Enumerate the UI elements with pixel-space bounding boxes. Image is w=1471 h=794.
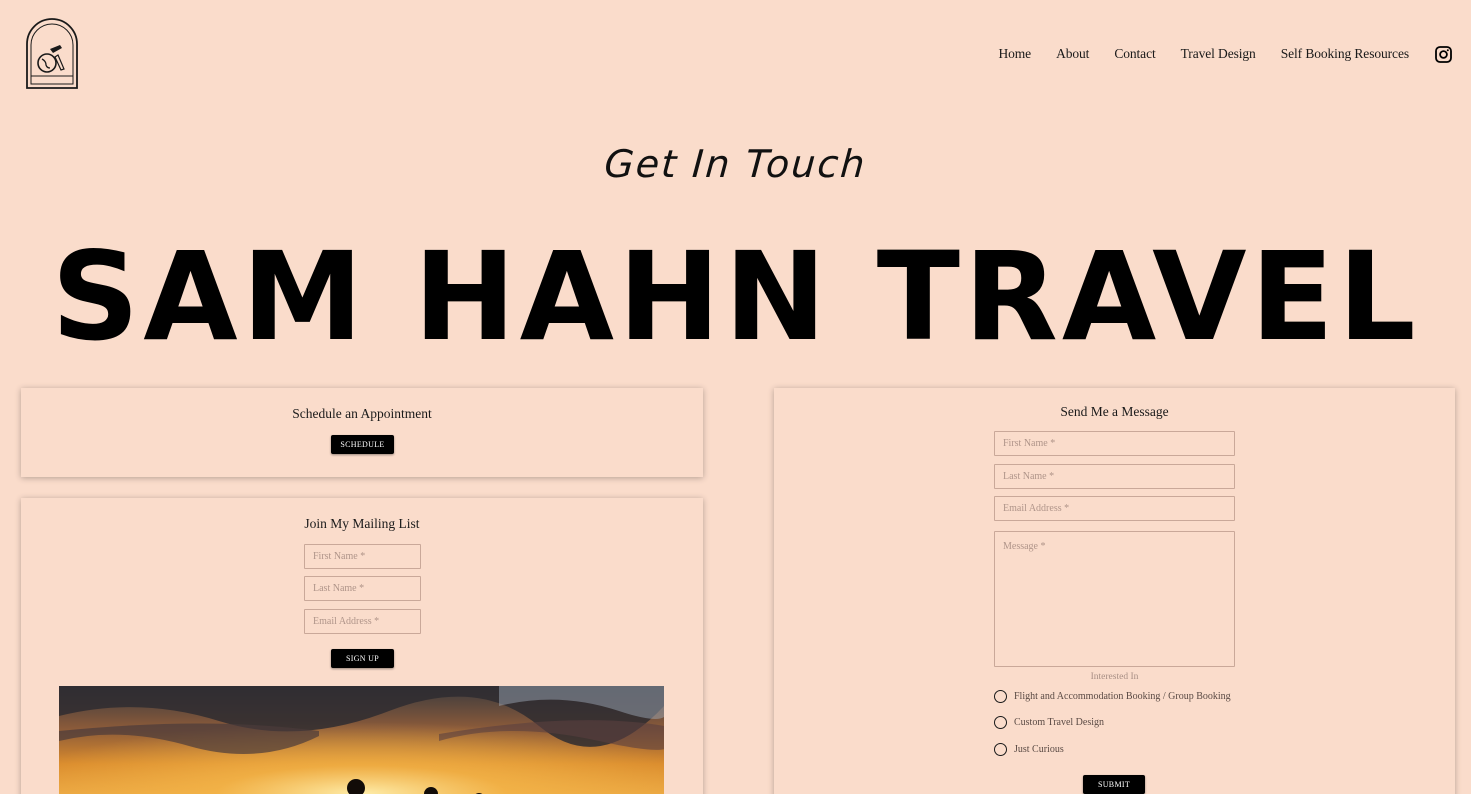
message-last-name-field[interactable] bbox=[994, 464, 1235, 489]
main-nav: Home About Contact Travel Design Self Bo… bbox=[998, 44, 1471, 64]
radio-button[interactable] bbox=[994, 690, 1007, 703]
mailing-list-title: Join My Mailing List bbox=[304, 516, 420, 531]
mailing-first-name-field[interactable] bbox=[304, 544, 421, 569]
radio-button[interactable] bbox=[994, 743, 1007, 756]
option-custom-travel-design[interactable]: Custom Travel Design bbox=[994, 716, 1104, 729]
nav-about[interactable]: About bbox=[1056, 44, 1089, 64]
option-flight-booking[interactable]: Flight and Accommodation Booking / Group… bbox=[994, 690, 1231, 703]
schedule-button[interactable]: SCHEDULE bbox=[331, 435, 394, 454]
mailing-email-field[interactable] bbox=[304, 609, 421, 634]
nav-travel-design[interactable]: Travel Design bbox=[1181, 44, 1256, 64]
sign-up-button[interactable]: SIGN UP bbox=[331, 649, 394, 668]
nav-contact[interactable]: Contact bbox=[1114, 44, 1155, 64]
option-label: Custom Travel Design bbox=[1014, 717, 1105, 728]
mailing-list-card: Join My Mailing List SIGN UP bbox=[21, 498, 703, 794]
nav-self-booking-resources[interactable]: Self Booking Resources bbox=[1281, 44, 1409, 64]
message-email-field[interactable] bbox=[994, 496, 1235, 521]
option-label: Just Curious bbox=[1014, 744, 1064, 755]
site-logo[interactable] bbox=[24, 17, 80, 90]
page-subtitle: Get In Touch bbox=[602, 142, 869, 186]
message-textarea[interactable] bbox=[994, 531, 1235, 667]
submit-button[interactable]: SUBMIT bbox=[1083, 775, 1145, 794]
sunset-photo bbox=[59, 686, 664, 794]
mailing-last-name-field[interactable] bbox=[304, 576, 421, 601]
instagram-icon[interactable] bbox=[1435, 45, 1452, 63]
appointment-title: Schedule an Appointment bbox=[292, 406, 432, 421]
message-first-name-field[interactable] bbox=[994, 431, 1235, 456]
interested-in-label: Interested In bbox=[1090, 672, 1139, 682]
appointment-card: Schedule an Appointment SCHEDULE bbox=[21, 388, 703, 477]
option-label: Flight and Accommodation Booking / Group… bbox=[1014, 691, 1231, 702]
message-card: Send Me a Message Interested In Flight a… bbox=[774, 388, 1455, 794]
radio-button[interactable] bbox=[994, 716, 1007, 729]
logo-badge-icon bbox=[26, 18, 78, 89]
nav-home[interactable]: Home bbox=[998, 44, 1031, 64]
page-title: SAM HAHN TRAVEL bbox=[51, 226, 1420, 368]
message-form-title: Send Me a Message bbox=[1060, 404, 1169, 419]
option-just-curious[interactable]: Just Curious bbox=[994, 743, 1064, 756]
